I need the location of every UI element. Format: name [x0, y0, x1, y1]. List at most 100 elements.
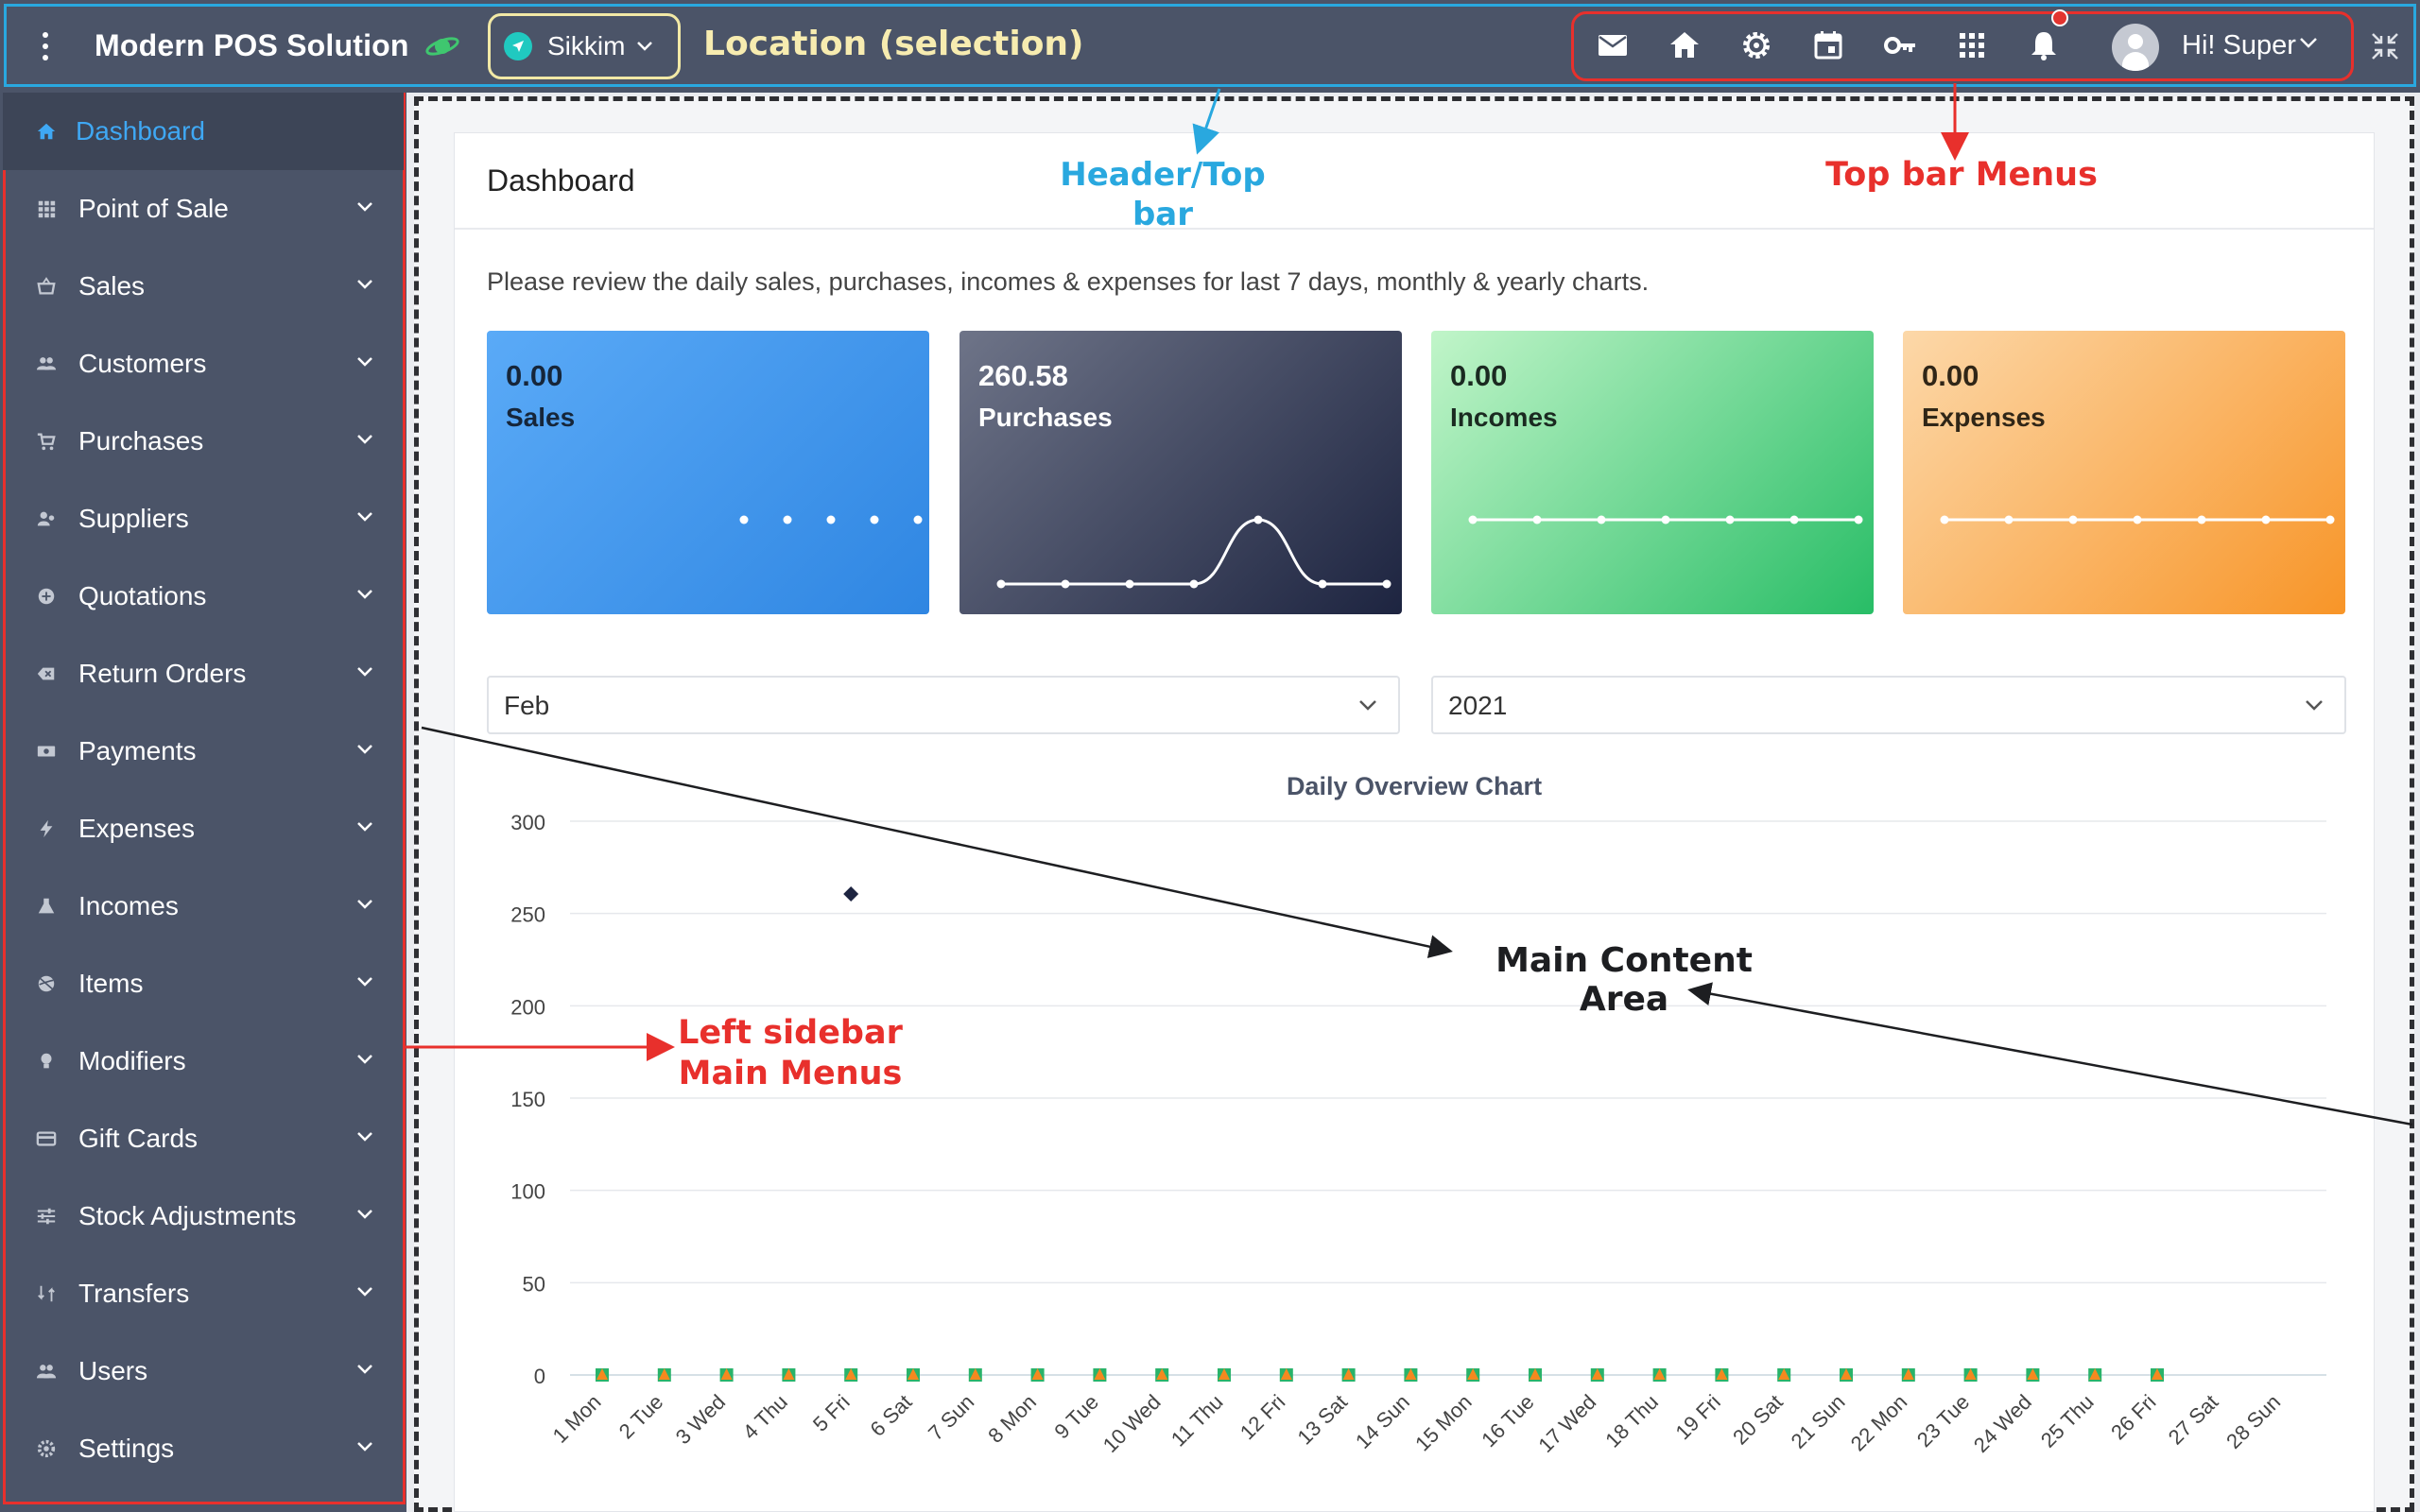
x-tick-label: 28 Sun: [2221, 1390, 2285, 1453]
sidebar-item-dashboard[interactable]: Dashboard: [3, 93, 404, 170]
y-tick-label: 50: [523, 1272, 545, 1296]
ball-icon: [35, 972, 58, 995]
home-icon: [35, 120, 58, 143]
sidebar-item-return-orders[interactable]: Return Orders: [3, 635, 404, 713]
bulb-icon: [35, 1050, 58, 1073]
key-icon[interactable]: [1883, 28, 1917, 62]
chevron-down-icon: [356, 355, 373, 372]
sidebar-item-purchases[interactable]: Purchases: [3, 403, 404, 480]
quotation-icon: [35, 585, 58, 608]
x-tick-label: 24 Wed: [1969, 1390, 2036, 1457]
chevron-down-icon: [356, 1363, 373, 1380]
dashboard-card: Dashboard Please review the daily sales,…: [454, 132, 2375, 1512]
header-annotation: Header/Top bar: [1060, 156, 1266, 233]
x-tick-label: 22 Mon: [1846, 1390, 1912, 1456]
sidebar-item-gift-cards[interactable]: Gift Cards: [3, 1100, 404, 1177]
sidebar-item-label: Dashboard: [76, 116, 205, 146]
avatar[interactable]: [2112, 24, 2159, 71]
bell-icon[interactable]: [2027, 28, 2061, 62]
brand-title: Modern POS Solution: [95, 28, 409, 62]
y-tick-label: 150: [510, 1088, 545, 1111]
chevron-down-icon: [356, 665, 373, 682]
chevron-down-icon: [356, 898, 373, 915]
sidebar-item-point-of-sale[interactable]: Point of Sale: [3, 170, 404, 248]
chevron-down-icon: [356, 975, 373, 992]
sidebar-item-payments[interactable]: Payments: [3, 713, 404, 790]
x-tick-label: 8 Mon: [983, 1390, 1041, 1448]
x-tick-label: 20 Sat: [1728, 1390, 1788, 1450]
backspace-icon: [35, 662, 58, 685]
sidebar-item-expenses[interactable]: Expenses: [3, 790, 404, 868]
customers-icon: [35, 352, 58, 375]
chevron-down-icon[interactable]: [2299, 36, 2318, 49]
sidebar-item-label: Expenses: [78, 814, 195, 843]
x-tick-label: 18 Thu: [1600, 1390, 1663, 1452]
grid-icon: [35, 198, 58, 220]
gear-icon[interactable]: [1739, 28, 1773, 62]
sidebar-item-settings[interactable]: Settings: [3, 1410, 404, 1487]
chevron-down-icon: [356, 743, 373, 760]
sidebar-item-suppliers[interactable]: Suppliers: [3, 480, 404, 558]
sidebar-item-label: Incomes: [78, 891, 179, 920]
user-greeting[interactable]: Hi! Super: [2182, 30, 2296, 61]
chevron-down-icon: [637, 42, 653, 51]
flask-icon: [35, 895, 58, 918]
sidebar-item-label: Purchases: [78, 426, 204, 455]
y-tick-label: 250: [510, 903, 545, 927]
x-tick-label: 15 Mon: [1410, 1390, 1477, 1456]
chevron-down-icon: [356, 510, 373, 527]
suppliers-icon: [35, 507, 58, 530]
cart-icon: [35, 430, 58, 453]
bolt-icon: [35, 817, 58, 840]
apps-grid-icon[interactable]: [1955, 28, 1989, 62]
sidebar-item-quotations[interactable]: Quotations: [3, 558, 404, 635]
sidebar-item-customers[interactable]: Customers: [3, 325, 404, 403]
x-tick-label: 3 Wed: [671, 1390, 730, 1449]
y-tick-label: 300: [510, 811, 545, 834]
chevron-down-icon: [356, 1440, 373, 1457]
sidebar-item-items[interactable]: Items: [3, 945, 404, 1022]
chevron-down-icon: [356, 1053, 373, 1070]
settings-icon: [35, 1437, 58, 1460]
y-tick-label: 100: [510, 1180, 545, 1204]
sidebar-item-label: Payments: [78, 736, 197, 765]
sidebar-annotation: Left sidebar Main Menus: [678, 1014, 903, 1092]
sidebar-item-label: Quotations: [78, 581, 207, 610]
x-tick-label: 23 Tue: [1912, 1390, 1974, 1452]
sidebar-item-label: Gift Cards: [78, 1124, 199, 1153]
sidebar-item-label: Stock Adjustments: [78, 1201, 297, 1230]
sidebar-item-label: Suppliers: [78, 504, 189, 533]
x-tick-label: 5 Fri: [808, 1390, 855, 1436]
sidebar-item-label: Return Orders: [78, 659, 247, 688]
x-tick-label: 16 Tue: [1477, 1390, 1538, 1452]
navigation-icon: [504, 32, 532, 60]
sidebar-item-label: Settings: [78, 1434, 175, 1463]
calendar-icon[interactable]: [1811, 28, 1845, 62]
users-icon: [35, 1360, 58, 1383]
mail-icon[interactable]: [1596, 28, 1630, 62]
home-icon[interactable]: [1668, 28, 1702, 62]
notification-badge: [2051, 9, 2068, 26]
sidebar-item-incomes[interactable]: Incomes: [3, 868, 404, 945]
chevron-down-icon: [356, 820, 373, 837]
x-tick-label: 9 Tue: [1049, 1390, 1103, 1444]
sidebar-item-sales[interactable]: Sales: [3, 248, 404, 325]
chevron-down-icon: [356, 1285, 373, 1302]
x-tick-label: 27 Sat: [2164, 1390, 2223, 1450]
menu-toggle-icon[interactable]: [40, 32, 51, 60]
sidebar-item-modifiers[interactable]: Modifiers: [3, 1022, 404, 1100]
y-tick-label: 200: [510, 995, 545, 1019]
basket-icon: [35, 275, 58, 298]
location-selector[interactable]: Sikkim: [488, 13, 681, 79]
sidebar-item-transfers[interactable]: Transfers: [3, 1255, 404, 1332]
chart-point-diamond: [843, 886, 859, 902]
x-tick-label: 1 Mon: [548, 1390, 606, 1448]
y-tick-label: 0: [534, 1365, 545, 1388]
fullscreen-exit-icon[interactable]: [2369, 30, 2401, 62]
sidebar-item-users[interactable]: Users: [3, 1332, 404, 1410]
sidebar-item-label: Customers: [78, 349, 207, 378]
sidebar-item-stock-adjustments[interactable]: Stock Adjustments: [3, 1177, 404, 1255]
left-sidebar: Dashboard Point of Sale Sales Customers Purc…: [0, 93, 406, 1512]
x-tick-label: 4 Thu: [738, 1390, 792, 1444]
sidebar-item-label: Transfers: [78, 1279, 190, 1308]
